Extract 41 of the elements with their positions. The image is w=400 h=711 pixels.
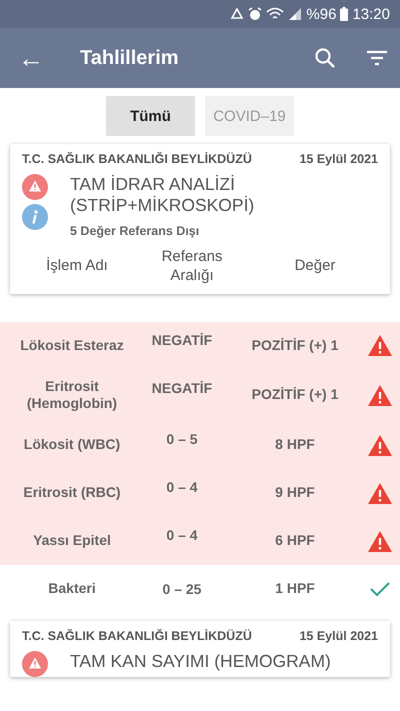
test-date: 15 Eylül 2021 <box>299 629 378 644</box>
test-card[interactable]: T.C. SAĞLIK BAKANLIĞI BEYLİKDÜZÜ 15 Eylül 2021 TAM KAN SAYIMI (HEMOGRAM) <box>10 621 390 678</box>
battery-icon <box>340 7 348 21</box>
result-value: 1 HPF <box>274 580 316 598</box>
reference-range: 0 – 4 <box>165 526 199 545</box>
institution-name: T.C. SAĞLIK BAKANLIĞI BEYLİKDÜZÜ <box>22 152 252 166</box>
test-name: Eritrosit (Hemoglobin) <box>26 378 118 414</box>
clock-time: 13:20 <box>352 6 390 22</box>
test-card[interactable]: T.C. SAĞLIK BAKANLIĞI BEYLİKDÜZÜ 15 Eylül 2021 TAM İDRAR ANALİZİ (STRİP+MİKROSKOPİ) 5 Değer Referans Dışı İşlem Adı Referans Aralığı Değer <box>10 144 390 294</box>
reference-range: 0 – 25 <box>162 580 202 599</box>
result-value: POZİTİF (+) 1 <box>250 336 340 354</box>
column-header: İşlem Adı <box>45 257 109 276</box>
alarm-icon <box>248 7 262 21</box>
filter-icon[interactable] <box>366 50 388 66</box>
test-title: TAM İDRAR ANALİZİ (STRİP+MİKROSKOPİ) <box>70 174 256 216</box>
out-of-range-count: 5 Değer Referans Dışı <box>70 224 200 238</box>
test-name: Yassı Epitel <box>32 532 112 550</box>
reference-range: NEGATİF <box>150 378 214 398</box>
test-name: Eritrosit (RBC) <box>22 484 122 502</box>
result-value: 6 HPF <box>274 532 316 550</box>
test-date: 15 Eylül 2021 <box>299 152 378 166</box>
institution-name: T.C. SAĞLIK BAKANLIĞI BEYLİKDÜZÜ <box>22 629 252 644</box>
battery-percent: %96 <box>306 6 336 22</box>
reference-range: 0 – 5 <box>165 430 199 449</box>
search-icon[interactable] <box>314 47 336 69</box>
screen-title: Tahlillerim <box>80 46 180 70</box>
wifi-icon <box>266 7 284 21</box>
result-value: 9 HPF <box>274 484 316 502</box>
filter-tab[interactable]: Tümü <box>106 96 195 136</box>
result-value: 8 HPF <box>274 436 316 454</box>
reference-range: NEGATİF <box>150 330 214 350</box>
back-button[interactable]: ← <box>10 42 52 74</box>
signal-icon <box>288 7 302 21</box>
test-name: Bakteri <box>47 580 97 598</box>
test-name: Lökosit (WBC) <box>22 436 122 454</box>
result-value: POZİTİF (+) 1 <box>250 386 340 404</box>
test-name: Lökosit Esteraz <box>19 336 125 354</box>
column-header: Değer <box>294 257 336 276</box>
reference-range: 0 – 4 <box>165 478 199 497</box>
column-header: Referans Aralığı <box>160 248 224 286</box>
test-title: TAM KAN SAYIMI (HEMOGRAM) <box>70 651 332 672</box>
